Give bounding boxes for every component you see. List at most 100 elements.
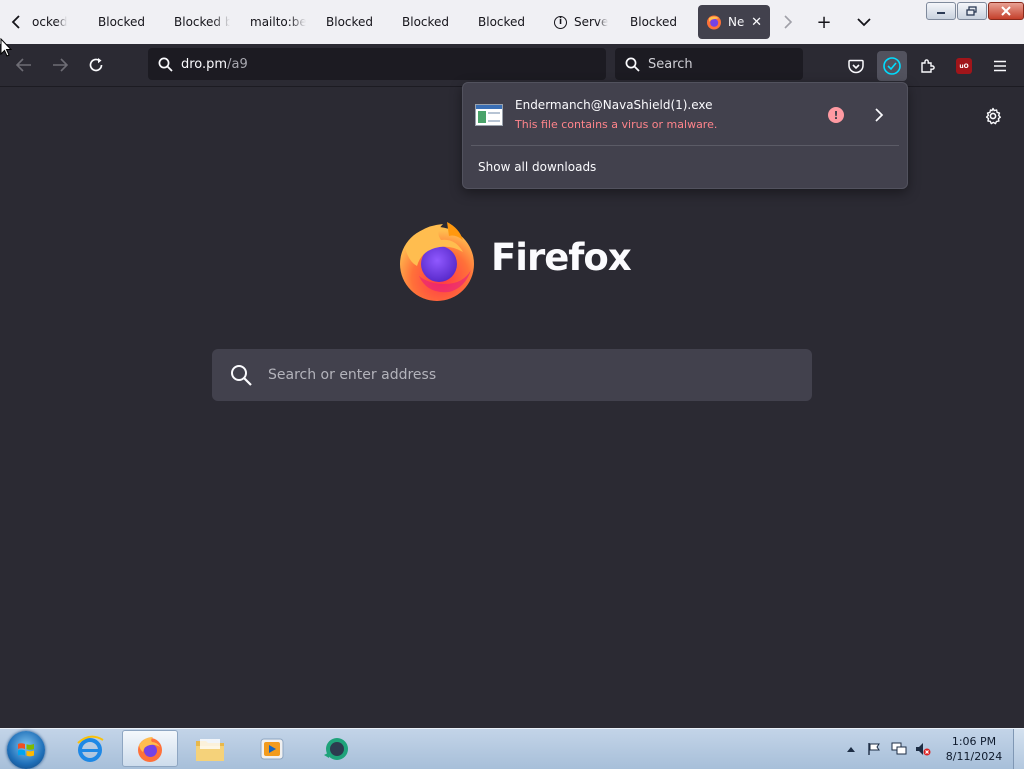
ublock-origin-icon: uO bbox=[956, 58, 972, 74]
exe-file-icon bbox=[475, 104, 503, 126]
firefox-wordmark: Firefox bbox=[491, 236, 632, 279]
newtab-search-box[interactable] bbox=[212, 349, 812, 401]
firefox-logo-icon bbox=[400, 222, 474, 301]
arrow-left-icon bbox=[16, 58, 31, 72]
folder-icon bbox=[196, 738, 224, 761]
chevron-left-icon bbox=[11, 15, 20, 29]
url-path: /a9 bbox=[227, 56, 248, 72]
navigation-toolbar: dro.pm/a9 Search uO bbox=[0, 44, 1024, 87]
restore-icon bbox=[966, 6, 977, 16]
tab-blocked-4[interactable]: Blocked bbox=[326, 5, 386, 39]
hamburger-menu-icon bbox=[994, 60, 1006, 72]
tab-server-error[interactable]: i Serve bbox=[554, 5, 610, 39]
clock-date: 8/11/2024 bbox=[945, 750, 1003, 763]
malware-warning-icon: ! bbox=[828, 107, 844, 123]
network-icon bbox=[891, 742, 907, 755]
tab-blocked-2[interactable]: Blocked bbox=[98, 5, 158, 39]
window-controls bbox=[925, 2, 1024, 20]
minimize-button[interactable] bbox=[926, 2, 956, 20]
download-file-name: Endermanch@NavaShield(1).exe bbox=[515, 98, 713, 112]
action-center-tray[interactable] bbox=[866, 741, 882, 757]
taskbar-firefox[interactable] bbox=[122, 730, 178, 767]
show-hidden-icons-button[interactable] bbox=[843, 741, 859, 757]
search-bar[interactable]: Search bbox=[615, 48, 803, 80]
pocket-button[interactable] bbox=[841, 51, 871, 81]
extensions-button[interactable] bbox=[913, 51, 943, 81]
taskbar-internet-explorer[interactable] bbox=[62, 730, 118, 767]
tab-blocked-1[interactable]: ocked bbox=[32, 5, 82, 39]
customize-new-tab-button[interactable] bbox=[981, 104, 1005, 128]
info-icon: i bbox=[554, 15, 567, 29]
reload-button[interactable] bbox=[82, 51, 110, 79]
show-desktop-button[interactable] bbox=[1013, 729, 1024, 769]
tab-label: Blocked bbox=[478, 15, 526, 29]
chevron-right-icon bbox=[875, 108, 884, 122]
show-all-downloads-button[interactable]: Show all downloads bbox=[478, 160, 596, 174]
firefox-icon bbox=[138, 736, 162, 762]
reload-icon bbox=[89, 58, 103, 72]
close-window-button[interactable] bbox=[988, 2, 1024, 20]
tab-blocked-7[interactable]: Blocked bbox=[630, 5, 690, 39]
clock-time: 1:06 PM bbox=[951, 735, 997, 748]
list-all-tabs-button[interactable] bbox=[850, 8, 878, 36]
gear-icon bbox=[985, 107, 1001, 125]
tab-label: mailto:bet bbox=[250, 15, 306, 29]
flag-icon bbox=[868, 743, 880, 755]
panel-divider bbox=[471, 145, 899, 146]
media-player-icon bbox=[260, 738, 284, 759]
tab-strip: ocked Blocked Blocked b mailto:bet Block… bbox=[0, 0, 1024, 44]
newtab-search-input[interactable] bbox=[266, 366, 770, 384]
search-icon bbox=[625, 57, 640, 72]
network-tray[interactable] bbox=[891, 741, 907, 757]
taskbar-file-explorer[interactable] bbox=[182, 730, 238, 767]
download-complete-icon bbox=[883, 57, 901, 75]
close-icon bbox=[1001, 6, 1011, 16]
mouse-cursor-icon bbox=[0, 38, 12, 57]
tab-blocked-5[interactable]: Blocked bbox=[402, 5, 462, 39]
tab-new-tab-active[interactable]: Ne ✕ bbox=[698, 5, 770, 39]
internet-explorer-icon bbox=[77, 735, 104, 762]
app-menu-button[interactable] bbox=[985, 51, 1015, 81]
speaker-muted-icon bbox=[916, 743, 931, 756]
firefox-icon bbox=[707, 15, 721, 30]
download-item[interactable]: Endermanch@NavaShield(1).exe This file c… bbox=[463, 83, 907, 145]
chevron-up-icon bbox=[847, 747, 855, 752]
tab-label: Blocked b bbox=[174, 15, 230, 29]
firefox-logo: Firefox bbox=[397, 218, 637, 302]
downloads-button[interactable] bbox=[877, 51, 907, 81]
restore-button[interactable] bbox=[957, 2, 987, 20]
url-host: dro.pm bbox=[181, 56, 228, 72]
volume-tray[interactable] bbox=[915, 741, 931, 757]
download-details-button[interactable] bbox=[867, 103, 891, 127]
chevron-right-icon bbox=[784, 15, 793, 29]
back-button[interactable] bbox=[10, 51, 38, 79]
tab-mailto[interactable]: mailto:bet bbox=[250, 5, 306, 39]
tab-blocked-3[interactable]: Blocked b bbox=[174, 5, 230, 39]
downloads-panel: Endermanch@NavaShield(1).exe This file c… bbox=[462, 82, 908, 189]
download-status: This file contains a virus or malware. bbox=[515, 118, 718, 131]
system-clock[interactable]: 1:06 PM 8/11/2024 bbox=[940, 734, 1008, 764]
start-button[interactable] bbox=[7, 731, 45, 769]
ublock-origin-button[interactable]: uO bbox=[949, 51, 979, 81]
close-tab-button[interactable]: ✕ bbox=[751, 15, 762, 30]
windows-logo-icon bbox=[18, 743, 34, 757]
taskbar-media-player[interactable] bbox=[244, 730, 300, 767]
chevron-down-icon bbox=[857, 18, 871, 27]
windows-taskbar: 1:06 PM 8/11/2024 bbox=[0, 728, 1024, 769]
scroll-tabs-left-button[interactable] bbox=[4, 8, 28, 36]
tab-label: Blocked bbox=[98, 15, 146, 29]
search-icon bbox=[231, 365, 252, 386]
forward-button[interactable] bbox=[46, 51, 74, 79]
tab-label: Blocked bbox=[326, 15, 374, 29]
search-bar-placeholder: Search bbox=[648, 56, 693, 72]
url-bar[interactable]: dro.pm/a9 bbox=[148, 48, 606, 80]
search-icon bbox=[158, 57, 173, 72]
new-tab-button[interactable]: + bbox=[810, 8, 838, 36]
tab-label: Blocked bbox=[402, 15, 450, 29]
taskbar-app-green[interactable] bbox=[308, 730, 364, 767]
scroll-tabs-right-button[interactable] bbox=[776, 8, 800, 36]
puzzle-piece-icon bbox=[921, 59, 935, 73]
arrow-right-icon bbox=[53, 58, 68, 72]
tab-blocked-6[interactable]: Blocked bbox=[478, 5, 538, 39]
pocket-icon bbox=[848, 59, 864, 73]
